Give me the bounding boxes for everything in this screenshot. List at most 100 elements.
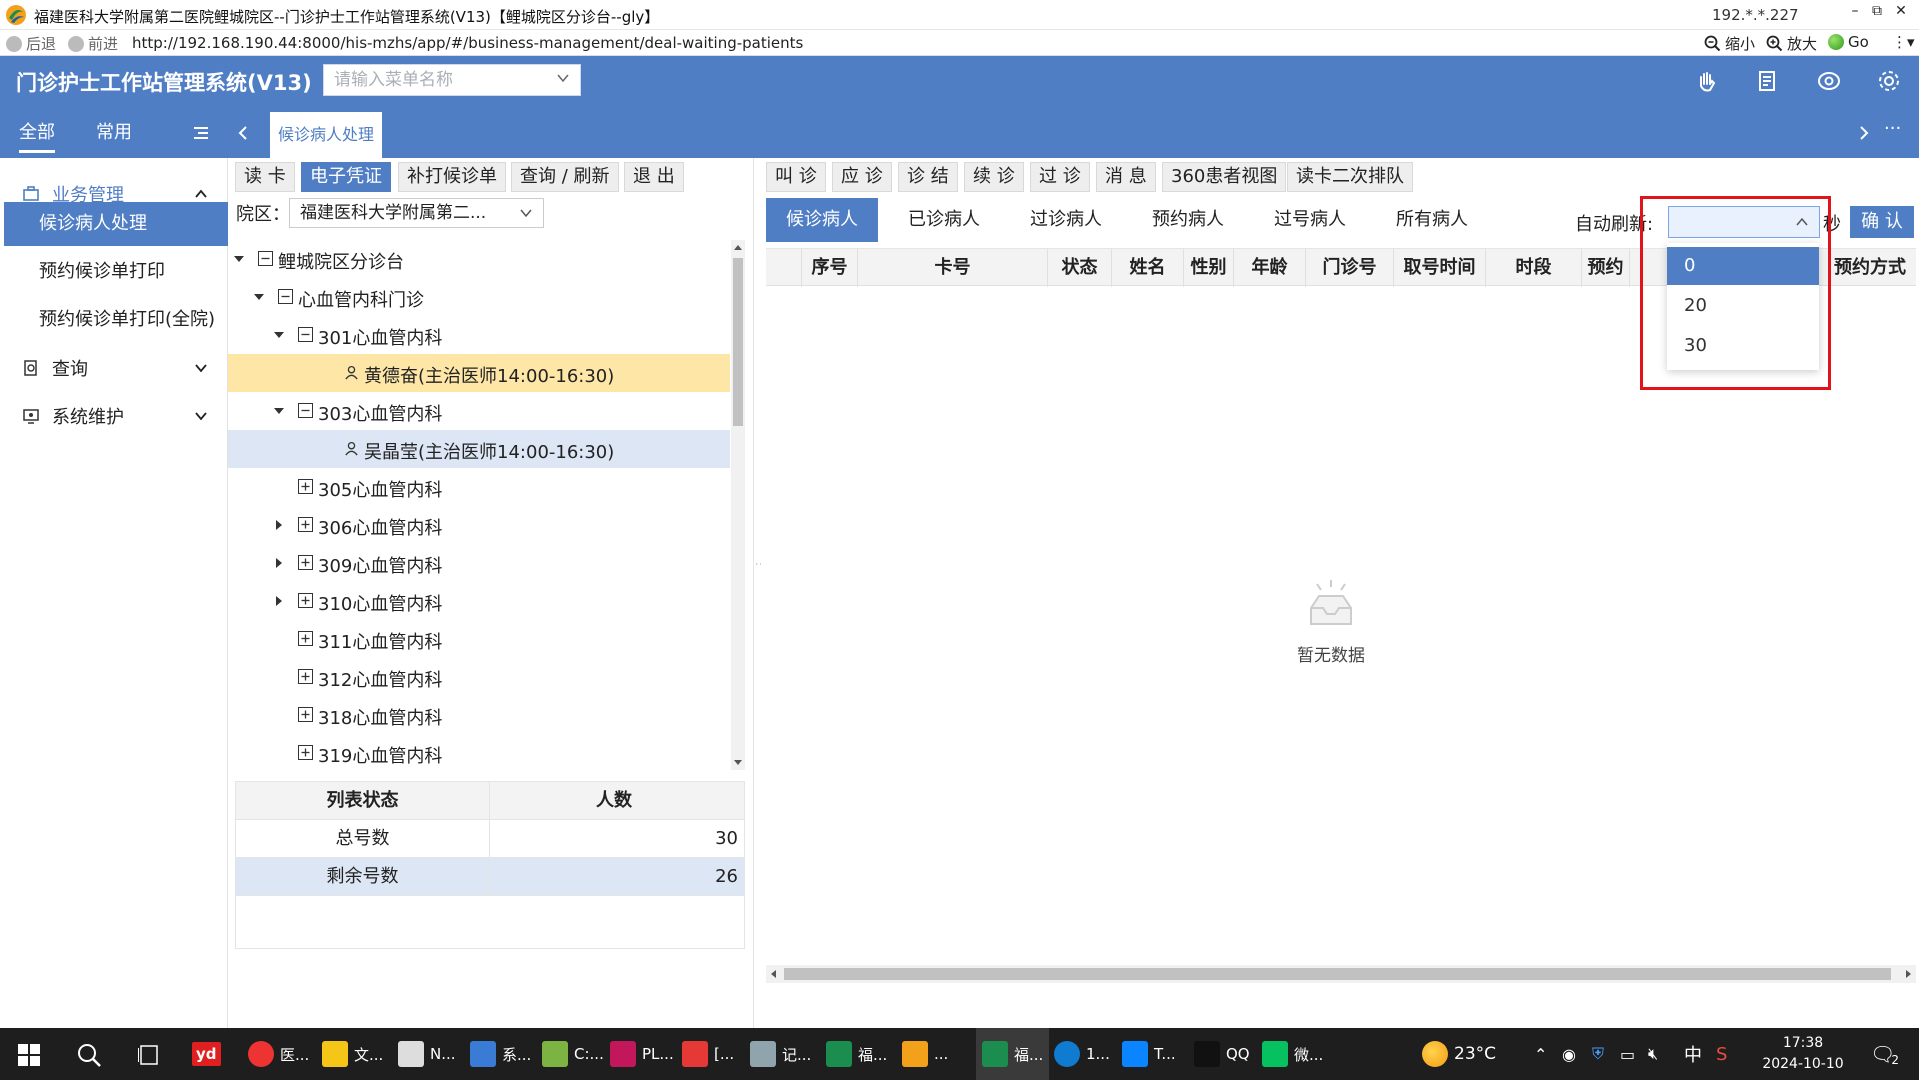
e-voucher-button[interactable]: 电子凭证 [301, 162, 391, 192]
collapse-box-icon[interactable] [258, 251, 273, 266]
tray-record-icon[interactable]: ◉ [1562, 1028, 1576, 1080]
url-field[interactable]: http://192.168.190.44:8000/his-mzhs/app/… [132, 34, 803, 52]
column-header[interactable]: 门诊号 [1306, 249, 1394, 287]
sidebar-group-query[interactable]: 查询 [0, 346, 228, 390]
clock[interactable]: 17:38 2024-10-10 [1758, 1033, 1848, 1075]
column-header[interactable]: 性别 [1184, 249, 1234, 287]
exit-button[interactable]: 退 出 [624, 162, 684, 192]
expand-box-icon[interactable] [298, 517, 313, 532]
caret-right-icon[interactable] [272, 594, 286, 608]
taskbar-app-his[interactable]: 福... [820, 1028, 893, 1080]
tree-node[interactable]: 310心血管内科 [228, 582, 730, 620]
collapse-menu-icon[interactable] [192, 124, 210, 142]
grid-horizontal-scrollbar[interactable] [766, 965, 1916, 983]
zoom-in-button[interactable]: 放大 [1766, 33, 1817, 54]
requeue-button[interactable]: 读卡二次排队 [1287, 162, 1413, 192]
tree-scrollbar[interactable] [731, 240, 745, 770]
tree-node[interactable]: 心血管内科门诊 [228, 278, 730, 316]
taskbar-app-notepad[interactable]: 记... [744, 1028, 817, 1080]
notification-button[interactable]: 🗨︎ 2 [1870, 1028, 1899, 1080]
theme-icon[interactable] [1814, 66, 1844, 96]
tree-node[interactable]: 303心血管内科 [228, 392, 730, 430]
taskbar-app-folder[interactable]: 文... [316, 1028, 389, 1080]
scroll-down-icon[interactable] [734, 758, 742, 766]
grid-scroll-thumb[interactable] [784, 968, 1891, 980]
tree-node[interactable]: 311心血管内科 [228, 620, 730, 658]
taskbar-app-app[interactable]: 系... [464, 1028, 537, 1080]
taskbar-app-terminal[interactable]: C:... [536, 1028, 610, 1080]
taskbar-app-plsql[interactable]: PL... [604, 1028, 680, 1080]
tab-all-patients[interactable]: 所有病人 [1376, 198, 1488, 242]
tray-chevron-icon[interactable]: ⌃ [1534, 1028, 1547, 1080]
expand-box-icon[interactable] [298, 631, 313, 646]
collapse-box-icon[interactable] [298, 403, 313, 418]
expand-box-icon[interactable] [298, 555, 313, 570]
gear-icon[interactable] [1874, 66, 1904, 96]
tab-common[interactable]: 常用 [96, 118, 132, 144]
scroll-right-icon[interactable] [1904, 970, 1912, 978]
tree-node[interactable]: 309心血管内科 [228, 544, 730, 582]
windows-start-icon[interactable] [18, 1044, 40, 1066]
tab-seen[interactable]: 已诊病人 [888, 198, 1000, 242]
tree-node[interactable]: 319心血管内科 [228, 734, 730, 770]
tray-shield-icon[interactable]: ⛨ [1592, 1028, 1604, 1080]
column-header[interactable]: 序号 [802, 249, 858, 287]
caret-down-icon[interactable] [272, 404, 286, 418]
tab-all[interactable]: 全部 [19, 118, 55, 153]
menu-search[interactable] [323, 64, 581, 96]
continue-button[interactable]: 续 诊 [964, 162, 1024, 192]
taskbar-app-qq[interactable]: QQ [1188, 1028, 1256, 1080]
taskbar-app-edge[interactable]: 1... [1048, 1028, 1116, 1080]
scroll-up-icon[interactable] [734, 244, 742, 252]
expand-box-icon[interactable] [298, 593, 313, 608]
zoom-out-button[interactable]: 缩小 [1704, 33, 1755, 54]
sidebar-group-system[interactable]: 系统维护 [0, 394, 228, 438]
menu-search-input[interactable] [324, 65, 544, 95]
collapse-box-icon[interactable] [298, 327, 313, 342]
caret-down-icon[interactable] [252, 290, 266, 304]
column-header[interactable]: 年龄 [1234, 249, 1306, 287]
document-icon[interactable] [1752, 66, 1782, 96]
more-menu-icon[interactable]: ⋮▾ [1892, 33, 1915, 51]
campus-select[interactable]: 福建医科大学附属第二... [289, 198, 544, 228]
read-card-button[interactable]: 读 卡 [235, 162, 295, 192]
hand-icon[interactable] [1692, 66, 1722, 96]
tab-waiting-patients[interactable]: 候诊病人处理 [270, 112, 383, 158]
tray-volume-icon[interactable]: 🔇︎ [1648, 1028, 1658, 1080]
column-header[interactable]: 预约 [1582, 249, 1630, 287]
tree-node[interactable]: 305心血管内科 [228, 468, 730, 506]
expand-box-icon[interactable] [298, 669, 313, 684]
column-header[interactable]: 取号时间 [1394, 249, 1486, 287]
table-row[interactable]: 剩余号数 26 [236, 858, 744, 896]
table-row[interactable]: 总号数 30 [236, 820, 744, 858]
panel-splitter[interactable]: ⋮ [753, 158, 768, 1028]
caret-right-icon[interactable] [272, 556, 286, 570]
respond-button[interactable]: 应 诊 [832, 162, 892, 192]
chevron-left-icon[interactable] [236, 124, 250, 142]
pass-button[interactable]: 过 诊 [1030, 162, 1090, 192]
tree-node[interactable]: 312心血管内科 [228, 658, 730, 696]
expand-box-icon[interactable] [298, 479, 313, 494]
back-button[interactable]: 后退 [6, 33, 56, 54]
taskbar-app-teams[interactable]: T... [1116, 1028, 1182, 1080]
tab-appointment[interactable]: 预约病人 [1132, 198, 1244, 242]
go-button[interactable]: Go [1828, 33, 1869, 51]
column-header[interactable]: 状态 [1048, 249, 1112, 287]
reprint-slip-button[interactable]: 补打候诊单 [398, 162, 506, 192]
collapse-box-icon[interactable] [278, 289, 293, 304]
tab-waiting[interactable]: 候诊病人 [766, 198, 878, 242]
column-header[interactable]: 预约方式 [1824, 249, 1916, 287]
sidebar-item-print-slip-all[interactable]: 预约候诊单打印(全院) [4, 298, 228, 342]
sidebar-item-waiting-patients[interactable]: 候诊病人处理 [4, 202, 228, 246]
column-header[interactable]: 时段 [1486, 249, 1582, 287]
task-view-icon[interactable] [138, 1044, 160, 1066]
expand-box-icon[interactable] [298, 707, 313, 722]
tray-sogou-icon[interactable]: S [1716, 1028, 1727, 1080]
taskbar-app-wps[interactable]: [... [676, 1028, 740, 1080]
column-header[interactable]: 卡号 [858, 249, 1048, 287]
search-icon[interactable] [76, 1042, 102, 1068]
tree-node[interactable]: 318心血管内科 [228, 696, 730, 734]
tree-doctor-node[interactable]: 吴晶莹(主治医师14:00-16:30) [228, 430, 730, 468]
chevron-right-icon[interactable] [1857, 124, 1871, 142]
taskbar-app-youdao[interactable]: yd [192, 1028, 221, 1080]
